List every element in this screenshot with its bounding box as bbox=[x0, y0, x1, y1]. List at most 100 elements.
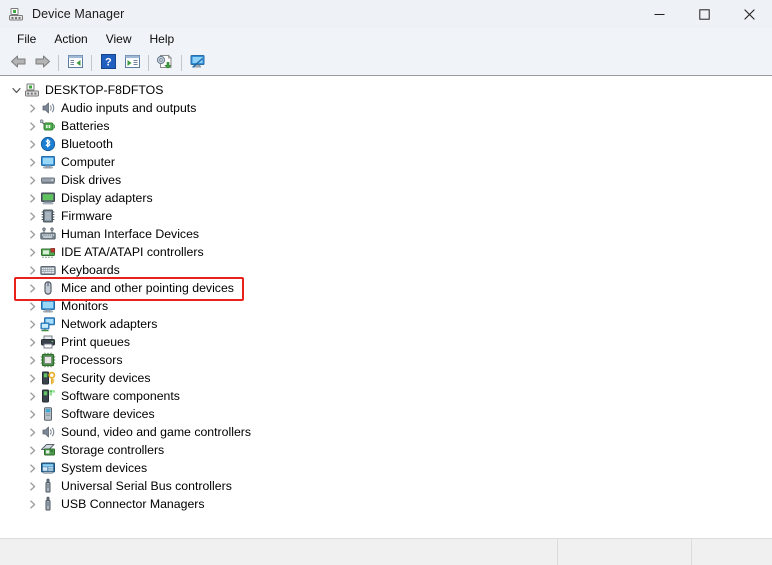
chevron-right-icon[interactable] bbox=[24, 135, 40, 153]
monitor-icon bbox=[40, 298, 56, 314]
minimize-button[interactable] bbox=[637, 0, 682, 28]
tree-item-label: Universal Serial Bus controllers bbox=[61, 479, 232, 493]
tree-item-keyboards[interactable]: Keyboards bbox=[0, 261, 772, 279]
status-pane-tertiary bbox=[692, 539, 772, 565]
battery-icon bbox=[40, 118, 56, 134]
tree-item-computer[interactable]: Computer bbox=[0, 153, 772, 171]
chevron-right-icon[interactable] bbox=[24, 477, 40, 495]
tree-item-storage-controllers[interactable]: Storage controllers bbox=[0, 441, 772, 459]
chevron-right-icon[interactable] bbox=[24, 423, 40, 441]
tree-item-network-adapters[interactable]: Network adapters bbox=[0, 315, 772, 333]
chevron-right-icon[interactable] bbox=[24, 315, 40, 333]
tree-item-security-devices[interactable]: Security devices bbox=[0, 369, 772, 387]
close-button[interactable] bbox=[727, 0, 772, 28]
scan-monitor-icon bbox=[189, 54, 207, 72]
status-bar bbox=[0, 538, 772, 565]
speaker-icon bbox=[40, 100, 56, 116]
tree-item-bluetooth[interactable]: Bluetooth bbox=[0, 135, 772, 153]
tree-item-system-devices[interactable]: System devices bbox=[0, 459, 772, 477]
toolbar-separator bbox=[58, 54, 59, 71]
chevron-right-icon[interactable] bbox=[24, 297, 40, 315]
tree-item-label: Sound, video and game controllers bbox=[61, 425, 252, 439]
chevron-right-icon[interactable] bbox=[24, 495, 40, 513]
chevron-right-icon[interactable] bbox=[24, 369, 40, 387]
software-component-icon bbox=[40, 388, 56, 404]
tree-item-label: Firmware bbox=[61, 209, 113, 223]
tree-item-sound-video-and-game-controllers[interactable]: Sound, video and game controllers bbox=[0, 423, 772, 441]
tree-item-disk-drives[interactable]: Disk drives bbox=[0, 171, 772, 189]
tree-item-monitors[interactable]: Monitors bbox=[0, 297, 772, 315]
window-title: Device Manager bbox=[32, 7, 125, 21]
chevron-right-icon[interactable] bbox=[24, 261, 40, 279]
mouse-icon bbox=[40, 280, 56, 296]
tree-item-mice-and-other-pointing-devices[interactable]: Mice and other pointing devices bbox=[0, 279, 772, 297]
chevron-right-icon[interactable] bbox=[24, 225, 40, 243]
maximize-button[interactable] bbox=[682, 0, 727, 28]
tree-item-label: Batteries bbox=[61, 119, 110, 133]
show-hide-console-tree-button[interactable] bbox=[63, 52, 87, 74]
chevron-right-icon[interactable] bbox=[24, 459, 40, 477]
tree-item-display-adapters[interactable]: Display adapters bbox=[0, 189, 772, 207]
tree-item-software-devices[interactable]: Software devices bbox=[0, 405, 772, 423]
tree-item-ide-ata-atapi-controllers[interactable]: IDE ATA/ATAPI controllers bbox=[0, 243, 772, 261]
tree-item-audio-inputs-and-outputs[interactable]: Audio inputs and outputs bbox=[0, 99, 772, 117]
tree-item-software-components[interactable]: Software components bbox=[0, 387, 772, 405]
device-tree-panel[interactable]: DESKTOP-F8DFTOS Audio inputs and outputs B… bbox=[0, 76, 772, 538]
tree-item-label: Human Interface Devices bbox=[61, 227, 200, 241]
chevron-right-icon[interactable] bbox=[24, 333, 40, 351]
chevron-right-icon[interactable] bbox=[24, 171, 40, 189]
chevron-right-icon[interactable] bbox=[24, 351, 40, 369]
chevron-right-icon[interactable] bbox=[24, 207, 40, 225]
processor-icon bbox=[40, 352, 56, 368]
disk-drive-icon bbox=[40, 172, 56, 188]
tree-item-label: Display adapters bbox=[61, 191, 153, 205]
tree-item-human-interface-devices[interactable]: Human Interface Devices bbox=[0, 225, 772, 243]
tree-root-node[interactable]: DESKTOP-F8DFTOS bbox=[0, 81, 772, 99]
device-manager-icon bbox=[8, 6, 24, 22]
keyboard-icon bbox=[40, 262, 56, 278]
tree-item-batteries[interactable]: Batteries bbox=[0, 117, 772, 135]
chevron-right-icon[interactable] bbox=[24, 153, 40, 171]
properties-button[interactable] bbox=[120, 52, 144, 74]
system-device-icon bbox=[40, 460, 56, 476]
printer-icon bbox=[40, 334, 56, 350]
chevron-right-icon[interactable] bbox=[24, 441, 40, 459]
security-key-icon bbox=[40, 370, 56, 386]
chevron-right-icon[interactable] bbox=[24, 99, 40, 117]
menu-action[interactable]: Action bbox=[45, 30, 96, 48]
menu-bar: File Action View Help bbox=[0, 28, 772, 50]
speaker-icon bbox=[40, 424, 56, 440]
chevron-right-icon[interactable] bbox=[24, 387, 40, 405]
tree-item-label: Security devices bbox=[61, 371, 151, 385]
update-driver-button[interactable] bbox=[153, 52, 177, 74]
usb-icon bbox=[40, 496, 56, 512]
software-device-icon bbox=[40, 406, 56, 422]
chevron-right-icon[interactable] bbox=[24, 117, 40, 135]
computer-root-icon bbox=[24, 82, 40, 98]
menu-help[interactable]: Help bbox=[141, 30, 184, 48]
device-tree: DESKTOP-F8DFTOS Audio inputs and outputs B… bbox=[0, 81, 772, 513]
status-pane-secondary bbox=[558, 539, 692, 565]
monitor-icon bbox=[40, 154, 56, 170]
back-button[interactable] bbox=[6, 52, 30, 74]
chevron-down-icon[interactable] bbox=[8, 81, 24, 99]
tree-item-firmware[interactable]: Firmware bbox=[0, 207, 772, 225]
tree-item-universal-serial-bus-controllers[interactable]: Universal Serial Bus controllers bbox=[0, 477, 772, 495]
toolbar-separator bbox=[181, 54, 182, 71]
scan-hardware-changes-button[interactable] bbox=[186, 52, 210, 74]
chevron-right-icon[interactable] bbox=[24, 243, 40, 261]
chevron-right-icon[interactable] bbox=[24, 279, 40, 297]
help-button[interactable]: ? bbox=[96, 52, 120, 74]
ide-controller-icon bbox=[40, 244, 56, 260]
bluetooth-icon bbox=[40, 136, 56, 152]
properties-panel-icon bbox=[124, 54, 141, 72]
chevron-right-icon[interactable] bbox=[24, 405, 40, 423]
menu-view[interactable]: View bbox=[97, 30, 141, 48]
forward-button[interactable] bbox=[30, 52, 54, 74]
tree-item-processors[interactable]: Processors bbox=[0, 351, 772, 369]
tree-item-usb-connector-managers[interactable]: USB Connector Managers bbox=[0, 495, 772, 513]
menu-file[interactable]: File bbox=[8, 30, 45, 48]
left-arrow-icon bbox=[10, 54, 27, 72]
chevron-right-icon[interactable] bbox=[24, 189, 40, 207]
tree-item-print-queues[interactable]: Print queues bbox=[0, 333, 772, 351]
